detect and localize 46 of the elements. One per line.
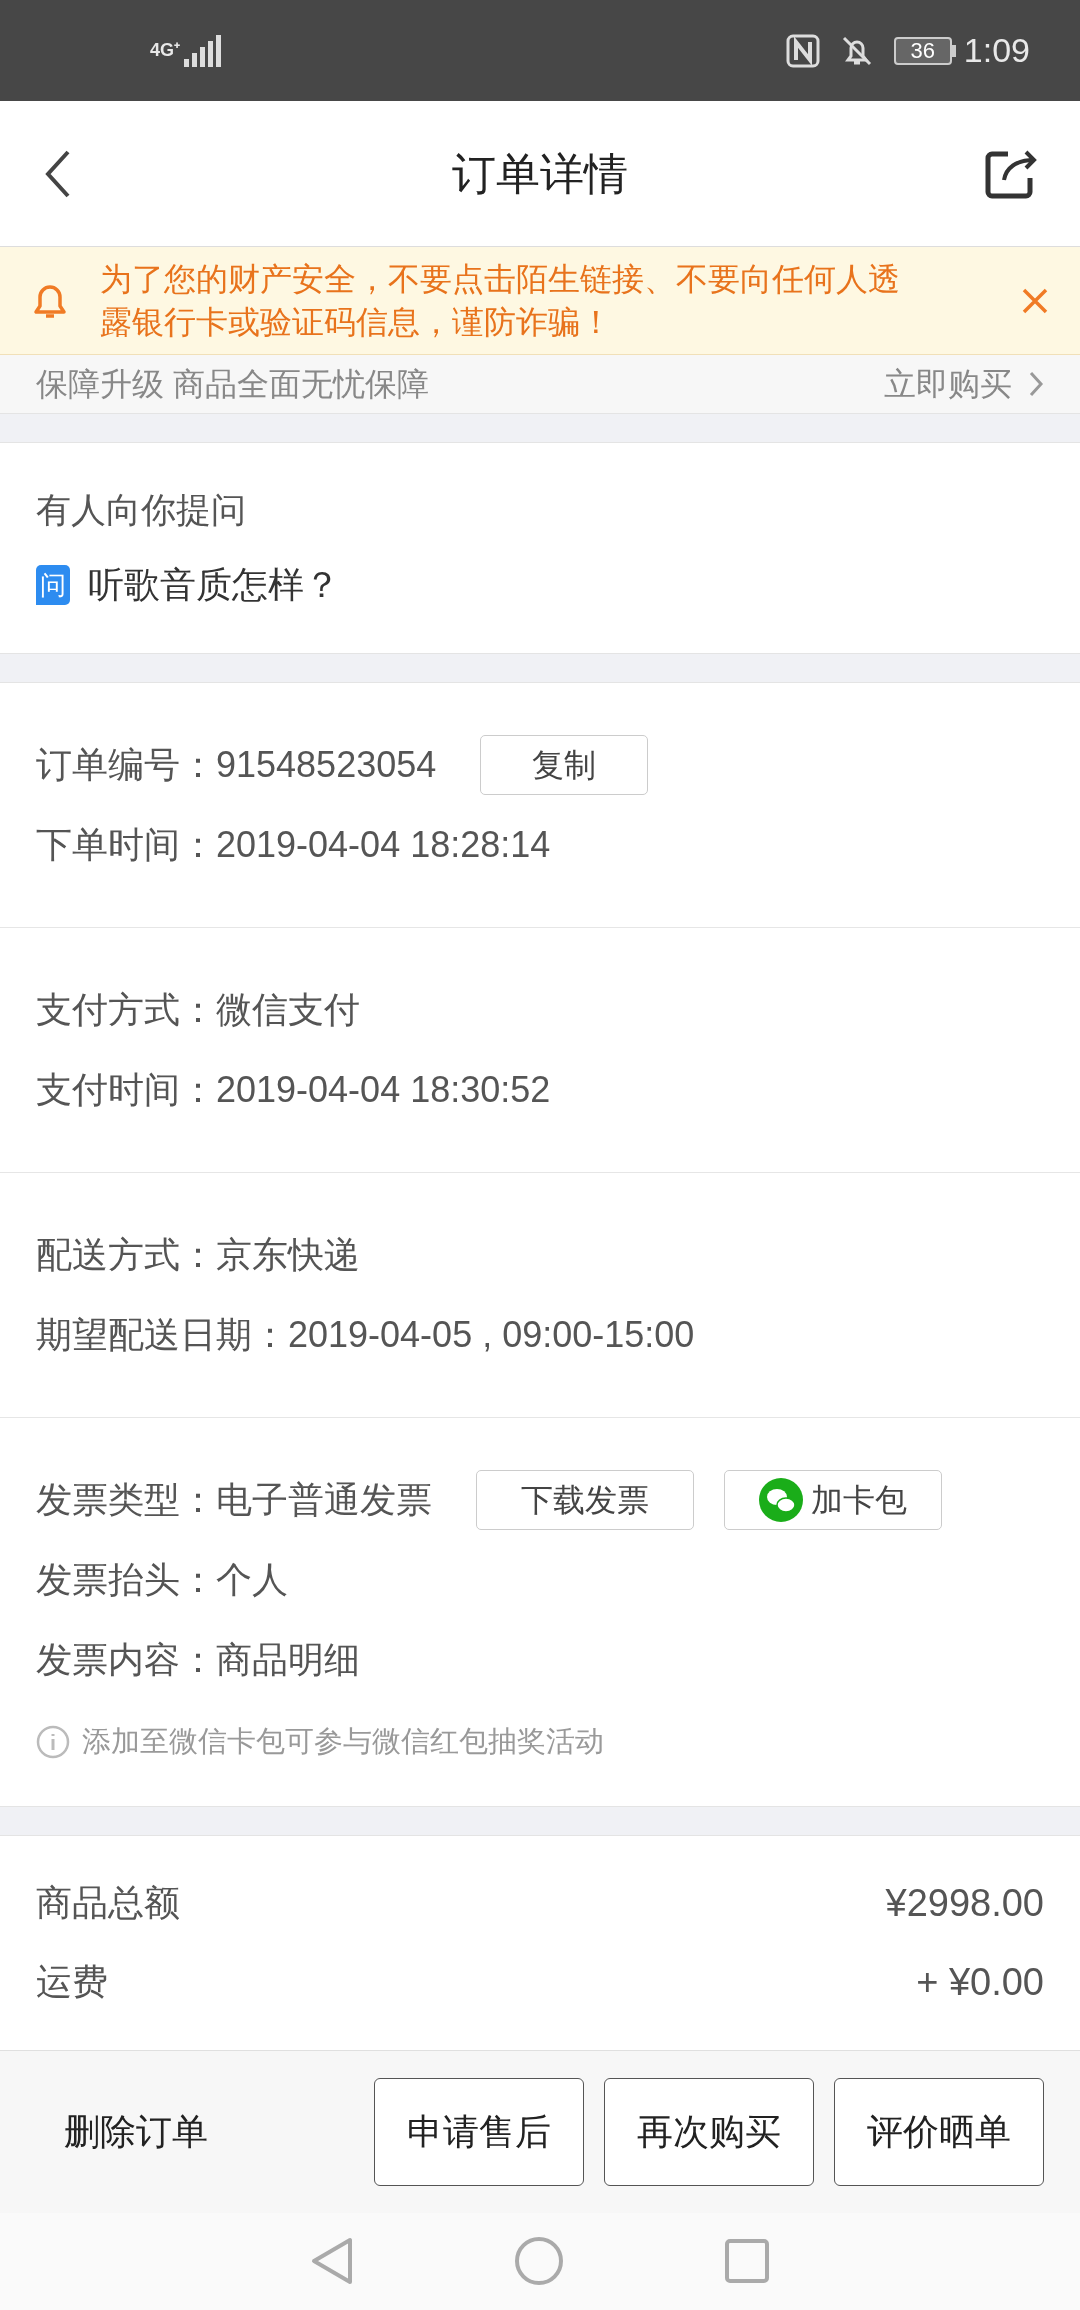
total-label: 商品总额 — [36, 1881, 180, 1925]
total-label: 运费 — [36, 1960, 108, 2004]
info-value: 微信支付 — [216, 988, 360, 1032]
info-value: 91548523054 — [216, 743, 437, 787]
question-title: 有人向你提问 — [36, 488, 247, 531]
action-button[interactable]: 复制 — [480, 735, 649, 795]
action-button[interactable]: 下载发票 — [476, 1470, 694, 1530]
info-value: 电子普通发票 — [216, 1478, 432, 1522]
add-to-wallet-button[interactable]: 加卡包 — [724, 1470, 942, 1530]
total-value: ¥2998.00 — [885, 1880, 1044, 1926]
page-title: 订单详情 — [452, 147, 628, 200]
info-icon — [36, 1724, 70, 1759]
action-button[interactable]: 申请售后 — [374, 2077, 584, 2186]
info-label: 发票内容： — [36, 1638, 216, 1682]
recents-nav-icon[interactable] — [724, 2238, 770, 2285]
hint-text: 添加至微信卡包可参与微信红包抽奖活动 — [82, 1724, 604, 1759]
info-value: 2019-04-04 18:30:52 — [216, 1068, 551, 1112]
info-label: 订单编号： — [36, 743, 216, 787]
chevron-right-icon — [1028, 371, 1044, 397]
home-nav-icon[interactable] — [514, 2236, 564, 2287]
info-value: 2019-04-04 18:28:14 — [216, 823, 551, 867]
info-label: 发票抬头： — [36, 1558, 216, 1602]
info-label: 下单时间： — [36, 823, 216, 867]
protection-text: 保障升级 商品全面无忧保障 — [36, 365, 429, 404]
clock: 1:09 — [963, 30, 1030, 71]
delete-order-link[interactable]: 删除订单 — [64, 2104, 208, 2159]
info-label: 配送方式： — [36, 1233, 216, 1277]
info-label: 期望配送日期： — [36, 1313, 288, 1357]
action-button[interactable]: 评价晒单 — [834, 2077, 1044, 2186]
nfc-icon — [785, 33, 820, 68]
info-value: 京东快递 — [216, 1233, 360, 1277]
network-label: 4G⁺ — [150, 39, 180, 62]
question-text: 听歌音质怎样？ — [88, 563, 340, 608]
back-nav-icon[interactable] — [310, 2236, 354, 2287]
info-value: 个人 — [216, 1558, 288, 1602]
action-button[interactable]: 再次购买 — [604, 2077, 814, 2186]
info-label: 发票类型： — [36, 1478, 216, 1522]
question-badge: 问 — [36, 565, 70, 606]
total-value: + ¥0.00 — [916, 1959, 1044, 2005]
info-value: 商品明细 — [216, 1638, 360, 1682]
info-value: 2019-04-05 , 09:00-15:00 — [288, 1313, 695, 1357]
info-label: 支付时间： — [36, 1068, 216, 1112]
signal-icon — [184, 34, 224, 67]
chat-bubbles-icon — [759, 1478, 803, 1522]
info-label: 支付方式： — [36, 988, 216, 1032]
warning-text: 为了您的财产安全，不要点击陌生链接、不要向任何人透露银行卡或验证码信息，谨防诈骗！ — [100, 259, 901, 342]
